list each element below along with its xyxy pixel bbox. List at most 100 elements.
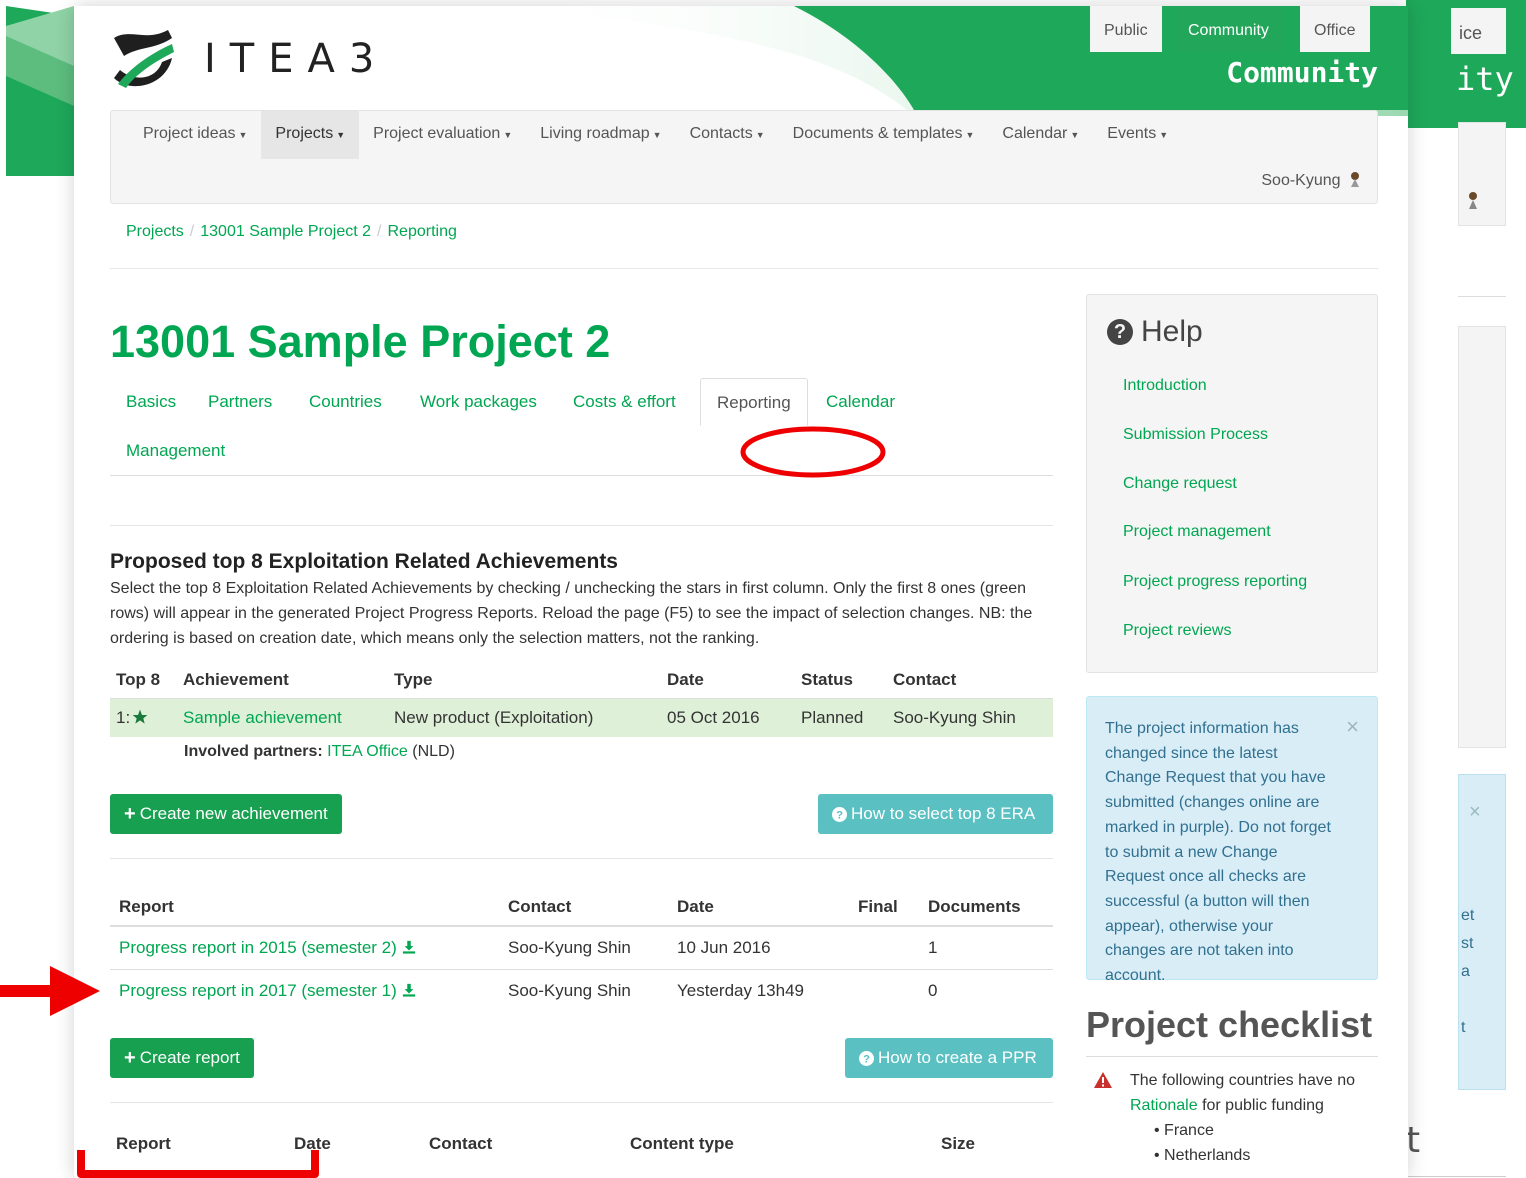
site-tab-office[interactable]: Office bbox=[1300, 6, 1370, 52]
nav-label: Contacts bbox=[689, 125, 753, 142]
button-label: Create new achievement bbox=[139, 804, 328, 823]
nav-item-project-evaluation[interactable]: Project evaluation ▼ bbox=[359, 111, 526, 159]
report-final bbox=[849, 969, 919, 1012]
era-table: Top 8 Achievement Type Date Status Conta… bbox=[110, 662, 1053, 737]
background-page: ice ity × et st a t t bbox=[1406, 0, 1526, 1178]
warning-icon bbox=[1094, 1072, 1112, 1088]
caret-down-icon: ▼ bbox=[1070, 130, 1080, 140]
achievement-link[interactable]: Sample achievement bbox=[183, 708, 342, 727]
report-link[interactable]: Progress report in 2015 (semester 2) bbox=[119, 938, 416, 957]
report-link[interactable]: Progress report in 2017 (semester 1) bbox=[119, 981, 416, 1000]
divider bbox=[110, 525, 1053, 526]
site-title: Community bbox=[1226, 56, 1378, 89]
nav-item-calendar[interactable]: Calendar ▼ bbox=[988, 111, 1093, 159]
breadcrumb-project[interactable]: 13001 Sample Project 2 bbox=[200, 223, 371, 240]
nav-item-living-roadmap[interactable]: Living roadmap ▼ bbox=[526, 111, 675, 159]
checklist-text: The following countries have no Rational… bbox=[1130, 1068, 1378, 1118]
column-header: Final bbox=[849, 888, 919, 927]
tab-work-packages[interactable]: Work packages bbox=[404, 378, 553, 426]
report-final bbox=[849, 926, 919, 970]
help-link-progress-reporting[interactable]: Project progress reporting bbox=[1123, 573, 1307, 591]
user-menu[interactable]: Soo-Kyung bbox=[1261, 171, 1361, 190]
column-header: Report bbox=[116, 1134, 171, 1153]
screenshot-stage: ice ity × et st a t t ITEA3 Public Commu… bbox=[0, 0, 1526, 1178]
top8-rank: 1: bbox=[116, 707, 131, 727]
itea-logo-icon bbox=[114, 30, 174, 88]
tab-countries[interactable]: Countries bbox=[293, 378, 398, 426]
nav-item-documents-templates[interactable]: Documents & templates ▼ bbox=[779, 111, 989, 159]
nav-item-project-ideas[interactable]: Project ideas ▼ bbox=[129, 111, 261, 159]
report-contact: Soo-Kyung Shin bbox=[499, 926, 668, 970]
list-item: Netherlands bbox=[1154, 1143, 1378, 1168]
how-to-create-ppr-button[interactable]: ? How to create a PPR bbox=[845, 1038, 1053, 1078]
tab-partners[interactable]: Partners bbox=[192, 378, 288, 426]
help-link-project-management[interactable]: Project management bbox=[1123, 523, 1271, 541]
how-to-select-era-button[interactable]: ? How to select top 8 ERA bbox=[818, 794, 1053, 834]
nav-label: Project evaluation bbox=[373, 125, 501, 142]
tab-basics[interactable]: Basics bbox=[110, 378, 192, 426]
ghost-alert-fragment: a bbox=[1461, 963, 1470, 980]
breadcrumb-separator: / bbox=[377, 223, 382, 240]
download-icon[interactable] bbox=[402, 940, 416, 954]
column-header: Top 8 bbox=[110, 662, 177, 699]
ghost-alert-fragment: t bbox=[1461, 1019, 1466, 1036]
caret-down-icon: ▼ bbox=[965, 130, 975, 140]
help-link-introduction[interactable]: Introduction bbox=[1123, 377, 1207, 395]
achievement-status: Planned bbox=[795, 698, 887, 737]
download-icon[interactable] bbox=[402, 983, 416, 997]
column-header: Contact bbox=[499, 888, 668, 927]
project-tabs: Basics Partners Countries Work packages … bbox=[110, 378, 1053, 476]
create-achievement-button[interactable]: + Create new achievement bbox=[110, 794, 342, 834]
help-link-project-reviews[interactable]: Project reviews bbox=[1123, 622, 1231, 640]
documents-table-header: Report Date Contact Content type Size bbox=[110, 1134, 1053, 1158]
divider bbox=[110, 1102, 1053, 1103]
era-description: Select the top 8 Exploitation Related Ac… bbox=[110, 580, 1033, 647]
breadcrumb-projects[interactable]: Projects bbox=[126, 223, 184, 240]
close-icon[interactable]: × bbox=[1346, 714, 1359, 740]
help-link-change-request[interactable]: Change request bbox=[1123, 475, 1237, 493]
help-title-text: Help bbox=[1141, 315, 1203, 348]
column-header: Content type bbox=[630, 1134, 734, 1153]
create-report-button[interactable]: + Create report bbox=[110, 1038, 254, 1078]
itea3-logo[interactable]: ITEA3 bbox=[110, 28, 388, 90]
report-title: Progress report in 2017 (semester 1) bbox=[119, 980, 397, 1000]
partner-link[interactable]: ITEA Office bbox=[327, 743, 408, 760]
tab-costs-effort[interactable]: Costs & effort bbox=[557, 378, 692, 426]
plus-icon: + bbox=[124, 802, 136, 825]
column-header: Date bbox=[668, 888, 849, 927]
breadcrumb-separator: / bbox=[189, 223, 195, 240]
tab-management[interactable]: Management bbox=[110, 427, 241, 475]
site-tab-community[interactable]: Community bbox=[1174, 6, 1283, 52]
caret-down-icon: ▼ bbox=[503, 130, 513, 140]
tab-calendar[interactable]: Calendar bbox=[810, 378, 911, 426]
divider bbox=[110, 858, 1053, 859]
button-label: How to create a PPR bbox=[878, 1048, 1037, 1067]
column-header: Size bbox=[941, 1134, 976, 1153]
svg-text:?: ? bbox=[863, 1053, 870, 1065]
tab-reporting[interactable]: Reporting bbox=[700, 378, 808, 426]
help-title: ? Help bbox=[1107, 315, 1203, 349]
list-item: France bbox=[1154, 1118, 1378, 1143]
help-link-submission-process[interactable]: Submission Process bbox=[1123, 426, 1268, 444]
nav-item-projects[interactable]: Projects ▼ bbox=[261, 111, 360, 159]
achievement-type: New product (Exploitation) bbox=[388, 698, 661, 737]
ghost-site-tab: ice bbox=[1451, 8, 1506, 54]
rationale-link[interactable]: Rationale bbox=[1130, 1097, 1198, 1114]
site-tab-public[interactable]: Public bbox=[1090, 6, 1162, 52]
nav-item-contacts[interactable]: Contacts ▼ bbox=[676, 111, 779, 159]
header-decoration-left bbox=[6, 6, 74, 176]
column-header: Contact bbox=[429, 1134, 493, 1153]
column-header: Type bbox=[388, 662, 661, 699]
column-header: Contact bbox=[887, 662, 1053, 699]
user-avatar-icon bbox=[1351, 172, 1359, 187]
caret-down-icon: ▼ bbox=[755, 130, 765, 140]
column-header: Date bbox=[661, 662, 795, 699]
report-documents: 1 bbox=[919, 926, 1053, 970]
star-icon[interactable] bbox=[132, 709, 148, 725]
report-documents: 0 bbox=[928, 980, 938, 1000]
country-list: France Netherlands bbox=[1154, 1118, 1378, 1168]
question-circle-icon: ? bbox=[832, 806, 847, 822]
breadcrumb-reporting[interactable]: Reporting bbox=[387, 223, 456, 240]
ghost-navbar bbox=[1458, 122, 1506, 226]
nav-item-events[interactable]: Events ▼ bbox=[1093, 111, 1182, 159]
